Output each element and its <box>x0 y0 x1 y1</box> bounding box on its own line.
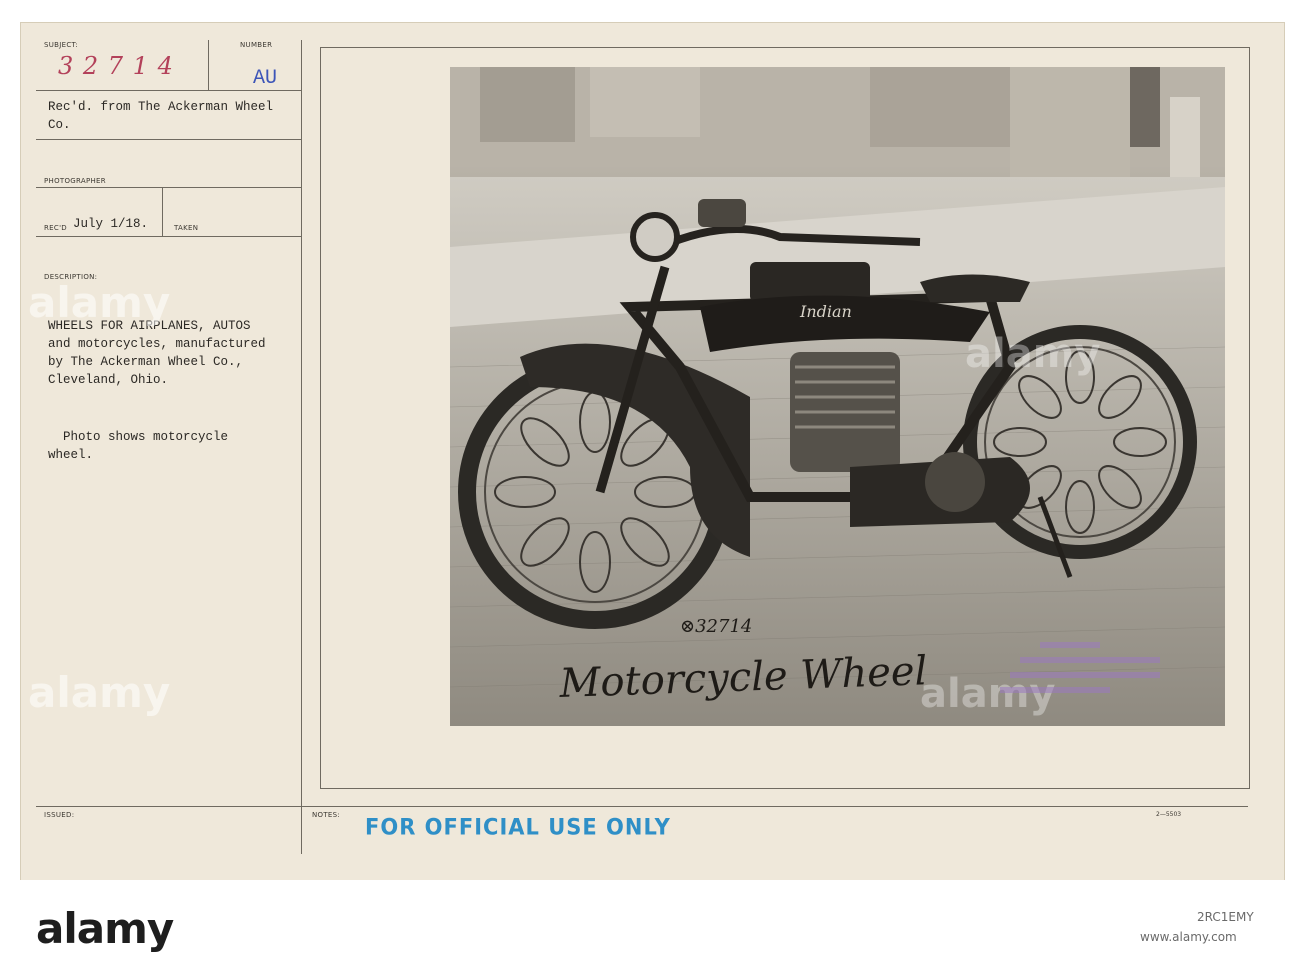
divider <box>162 187 163 236</box>
subject-label: SUBJECT: <box>44 41 79 49</box>
number-label: NUMBER <box>240 41 273 49</box>
watermark: alamy <box>28 278 171 327</box>
divider <box>36 90 302 91</box>
photographer-label: PHOTOGRAPHER <box>44 177 106 185</box>
motorcycle-photograph: ⊗32714 Motorcycle Wheel Indian alamy ala… <box>450 67 1225 726</box>
photo-note: Photo shows motorcycle wheel. <box>48 430 229 462</box>
photo-caption-number: ⊗32714 <box>680 616 752 637</box>
divider <box>36 139 302 140</box>
taken-label: TAKEN <box>174 224 199 232</box>
subject-number: 3 2 7 1 4 <box>58 52 174 80</box>
recd-date: July 1/18. <box>73 217 149 231</box>
notes-label: NOTES: <box>312 811 341 819</box>
alamy-logo: alamy <box>36 904 174 953</box>
watermark: alamy <box>965 331 1100 377</box>
photo-illustration: ⊗32714 Motorcycle Wheel Indian alamy ala… <box>450 67 1225 726</box>
recd-label: REC'D <box>44 224 67 232</box>
divider <box>301 40 302 854</box>
issued-label: ISSUED: <box>44 811 75 819</box>
divider <box>208 40 209 90</box>
site-url: www.alamy.com <box>1140 930 1237 944</box>
image-id: 2RC1EMY <box>1197 910 1254 924</box>
official-use-stamp: FOR OFFICIAL USE ONLY <box>365 814 671 840</box>
description-text: WHEELS FOR AIRPLANES, AUTOS and motorcyc… <box>48 319 266 387</box>
stock-footer <box>0 880 1300 971</box>
divider <box>36 806 1248 807</box>
number-value: AU <box>253 67 278 90</box>
tank-script: Indian <box>799 302 852 321</box>
divider <box>36 187 302 188</box>
divider <box>36 236 302 237</box>
received-from: Rec'd. from The Ackerman Wheel Co. <box>48 100 274 132</box>
watermark: alamy <box>28 668 171 717</box>
form-code: 2—5503 <box>1156 811 1182 818</box>
